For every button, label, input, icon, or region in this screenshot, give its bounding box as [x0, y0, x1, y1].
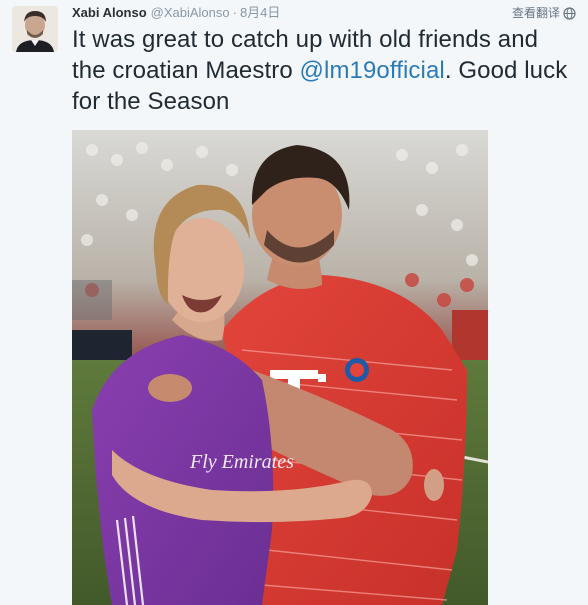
author-name[interactable]: Xabi Alonso: [72, 5, 147, 20]
shirt-sponsor: Fly Emirates: [189, 451, 294, 473]
tweet-photo[interactable]: Fly Emirates: [72, 130, 488, 605]
translate-label: 查看翻译: [511, 6, 560, 20]
mention-link[interactable]: @lm19official: [300, 57, 445, 84]
author-handle[interactable]: @XabiAlonso: [151, 5, 230, 20]
tweet-header: Xabi Alonso @XabiAlonso · 8月4日 查看翻译: [72, 4, 576, 22]
tweet-timestamp[interactable]: 8月4日: [240, 5, 280, 20]
globe-icon: [563, 6, 576, 20]
author-avatar[interactable]: [12, 6, 58, 52]
tweet-text: It was great to catch up with old friend…: [72, 24, 572, 117]
translate-link[interactable]: 查看翻译: [512, 4, 576, 22]
meta-separator: ·: [232, 5, 237, 20]
tweet: Xabi Alonso @XabiAlonso · 8月4日 查看翻译 It was …: [0, 0, 588, 605]
